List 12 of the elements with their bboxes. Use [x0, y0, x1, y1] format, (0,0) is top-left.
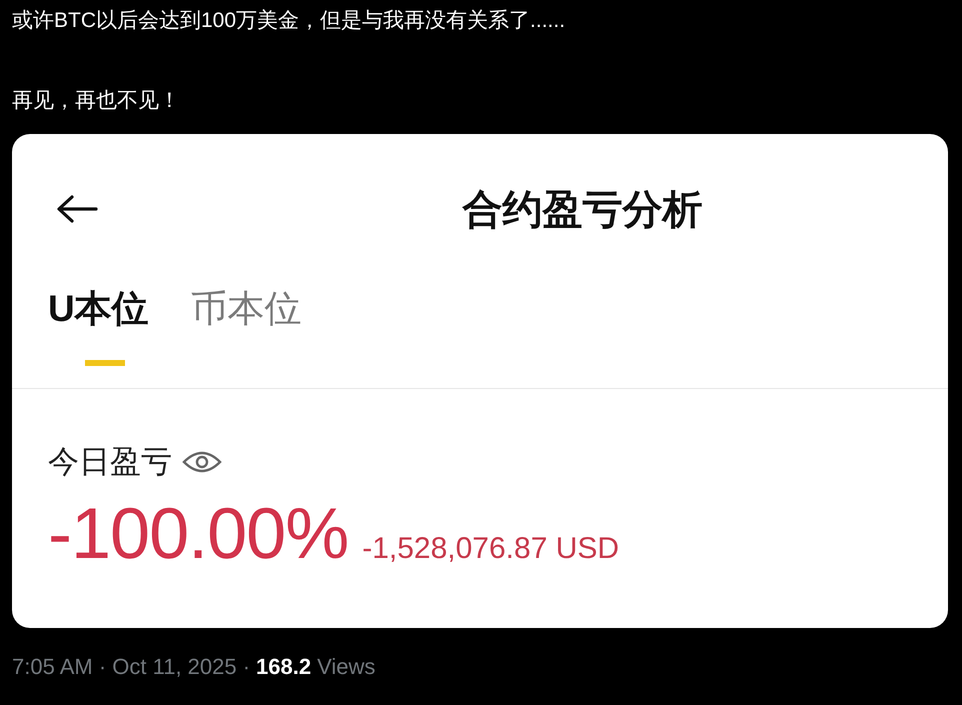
timestamp: 7:05 AM · Oct 11, 2025 · [12, 654, 250, 680]
screen-title: 合约盈亏分析 [461, 186, 702, 234]
tab[interactable]: U本位 [48, 284, 149, 388]
views-count: 168.2 [256, 654, 312, 680]
tweet-text: 再见，再也不见！ [12, 88, 181, 114]
tweet-text: 或许BTC以后会达到100万美金，但是与我再没有关系了...... [12, 8, 566, 34]
pnl-amount: -1,528,076.87 USD [362, 532, 620, 566]
tab[interactable]: 币本位 [190, 284, 302, 388]
pnl-percent: -100.00% [48, 493, 348, 575]
pnl-label: 今日盈亏 [48, 443, 172, 481]
views-label: Views [317, 654, 376, 680]
back-arrow-icon[interactable] [56, 194, 98, 224]
